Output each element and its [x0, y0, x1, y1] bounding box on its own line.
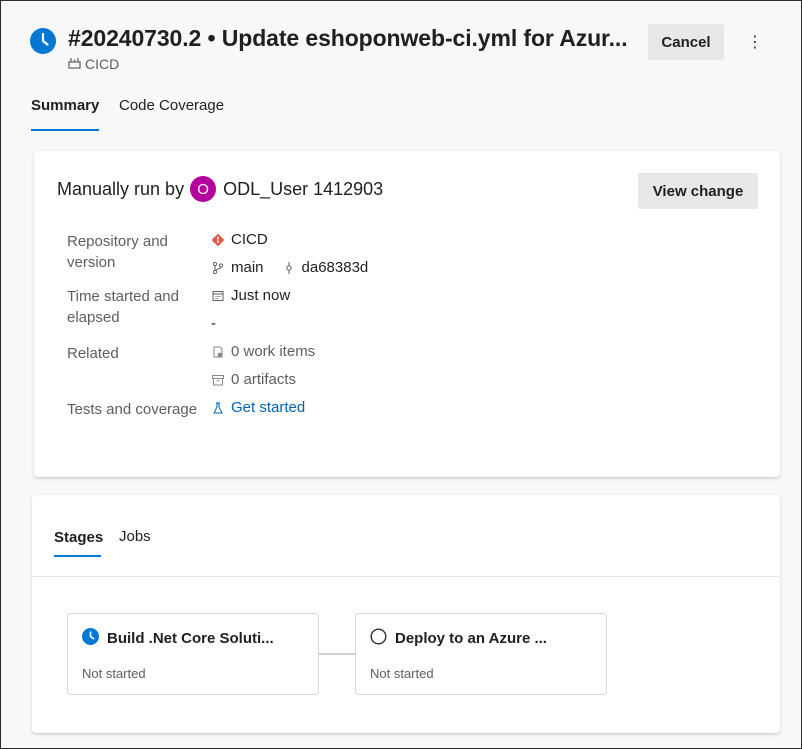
repository-name: CICD: [231, 231, 268, 248]
circle-icon: [370, 628, 387, 649]
artifacts-row: 0 artifacts: [211, 371, 296, 388]
work-item-icon: [211, 345, 225, 359]
summary-card: Manually run by O ODL_User 1412903 View …: [34, 151, 780, 477]
repository-value[interactable]: CICD: [211, 231, 268, 248]
time-started: Just now: [231, 287, 291, 304]
stages-divider: [32, 576, 780, 577]
cancel-button[interactable]: Cancel: [648, 24, 724, 60]
pipeline-icon: [68, 56, 81, 72]
tab-jobs[interactable]: Jobs: [119, 528, 151, 545]
tests-label: Tests and coverage: [67, 401, 198, 418]
clock-icon: [82, 628, 99, 649]
branch-icon: [211, 261, 225, 275]
view-change-button[interactable]: View change: [638, 173, 758, 209]
work-items-count: 0 work items: [231, 343, 316, 360]
tests-row[interactable]: Get started: [211, 399, 305, 416]
stage-status: Not started: [82, 666, 146, 681]
pipeline-label: CICD: [85, 56, 120, 72]
repository-label: Repository and version: [67, 233, 168, 271]
run-title: #20240730.2 • Update eshoponweb-ci.yml f…: [68, 25, 628, 51]
stage-status: Not started: [370, 666, 434, 681]
stages-card: Stages Jobs Build .Net Core Soluti... No…: [32, 495, 780, 733]
queued-clock-icon: [30, 28, 56, 54]
git-repo-icon: [211, 233, 225, 247]
get-started-link[interactable]: Get started: [231, 399, 305, 416]
pipeline-run-page: #20240730.2 • Update eshoponweb-ci.yml f…: [0, 0, 802, 749]
run-by-line: Manually run by O ODL_User 1412903: [57, 176, 383, 202]
run-by-user: ODL_User 1412903: [223, 178, 384, 199]
stage-name: Deploy to an Azure ...: [395, 630, 547, 647]
run-by-prefix: Manually run by: [57, 178, 185, 199]
stage-name: Build .Net Core Soluti...: [107, 630, 274, 647]
stage-connector: [319, 653, 355, 655]
stage-build[interactable]: Build .Net Core Soluti... Not started: [67, 613, 319, 695]
avatar: O: [190, 176, 217, 202]
branch-name[interactable]: main: [231, 259, 264, 276]
beaker-icon: [211, 401, 225, 415]
artifact-box-icon: [211, 373, 225, 387]
related-label: Related: [67, 345, 119, 362]
commit-icon: [282, 261, 296, 275]
tab-selected-indicator: [31, 129, 99, 131]
stages-tab-selected-indicator: [54, 555, 101, 557]
elapsed-value: -: [211, 315, 216, 332]
work-items-row: 0 work items: [211, 343, 315, 360]
calendar-icon: [211, 289, 225, 303]
time-started-row: Just now: [211, 287, 290, 304]
tab-stages[interactable]: Stages: [54, 529, 103, 546]
branch-commit-row: main da68383d: [211, 259, 368, 276]
tab-code-coverage[interactable]: Code Coverage: [119, 97, 224, 114]
commit-id[interactable]: da68383d: [302, 259, 369, 276]
more-actions-icon[interactable]: ⋮: [741, 28, 769, 56]
stage-deploy[interactable]: Deploy to an Azure ... Not started: [355, 613, 607, 695]
artifacts-count: 0 artifacts: [231, 371, 297, 388]
tab-summary[interactable]: Summary: [31, 97, 99, 114]
time-label: Time started and elapsed: [67, 288, 179, 326]
pipeline-name[interactable]: CICD: [68, 56, 119, 72]
